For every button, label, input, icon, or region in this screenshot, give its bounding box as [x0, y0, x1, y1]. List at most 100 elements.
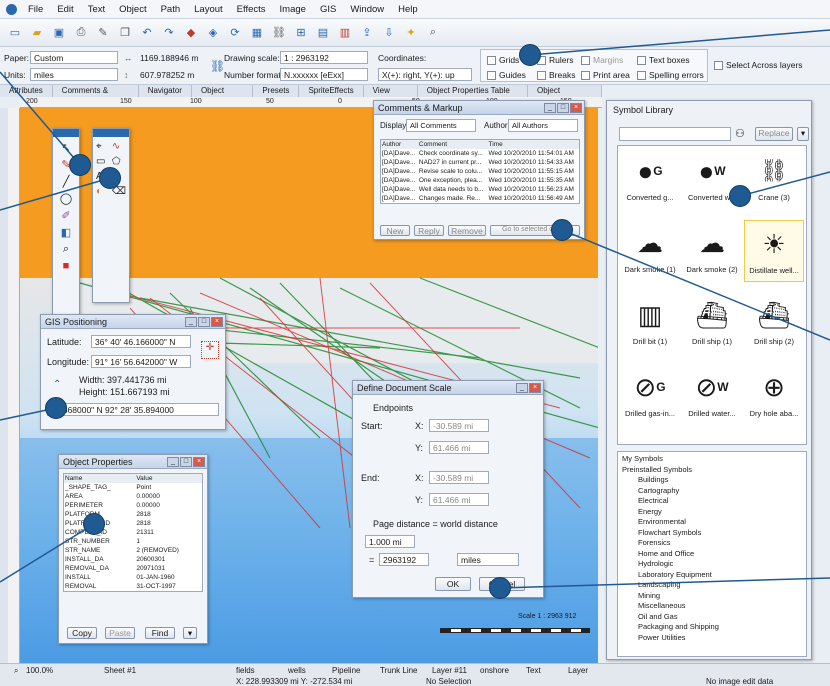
tree-item[interactable]: Home and Office [622, 549, 802, 560]
redo-icon[interactable]: ↷ [160, 24, 178, 42]
zoom-level[interactable]: 100.0% [26, 666, 53, 675]
table-row[interactable]: [DA]Dave... Check coordinate sy... Wed 10/… [381, 149, 580, 158]
layer-tab[interactable]: Layer #11 [432, 666, 467, 675]
menu-layout[interactable]: Layout [187, 4, 230, 15]
chart-icon[interactable]: ▥ [336, 24, 354, 42]
column-header-name[interactable]: Name [64, 474, 136, 484]
table-row[interactable]: AREA 0.00000 [64, 492, 203, 501]
ok-button[interactable]: OK [435, 577, 471, 591]
layer-tab[interactable]: onshore [480, 666, 509, 675]
close-icon[interactable]: × [570, 103, 582, 113]
menu-help[interactable]: Help [391, 4, 425, 15]
restore-icon[interactable]: □ [557, 103, 569, 113]
refresh-icon[interactable]: ⟳ [226, 24, 244, 42]
layer-tab[interactable]: Trunk Line [380, 666, 418, 675]
select-across-layers-checkbox[interactable]: Select Across layers [714, 60, 803, 70]
table-row[interactable]: [DA]Dave... NAD27 in current pr... Wed 10/… [381, 158, 580, 167]
scale-dialog-title[interactable]: Define Document Scale _ × [353, 381, 543, 395]
zoom-icon[interactable]: ⌕ [424, 24, 442, 42]
latitude-field[interactable]: 36° 40' 46.166000" N [91, 335, 191, 348]
color-swatch-icon[interactable]: ■ [63, 260, 70, 272]
sheet-tab[interactable]: Sheet #1 [104, 666, 136, 675]
longitude-field[interactable]: 91° 16' 56.642000" W [91, 355, 191, 368]
print-area-checkbox[interactable]: Print area [581, 70, 630, 80]
tree-item[interactable]: Oil and Gas [622, 612, 802, 623]
symbol-dry-hole[interactable]: ⊕ Dry hole aba... [744, 364, 804, 426]
save-icon[interactable]: ▣ [50, 24, 68, 42]
start-y-field[interactable]: 61.466 mi [429, 441, 489, 454]
link-icon[interactable]: ⛓ [270, 24, 288, 42]
units-select[interactable]: miles [30, 68, 118, 81]
copy-button[interactable]: Copy [67, 627, 97, 639]
tree-item[interactable]: Forensics [622, 538, 802, 549]
author-select[interactable]: All Authors [508, 119, 578, 132]
close-icon[interactable]: × [193, 457, 205, 467]
palette-grip[interactable] [53, 129, 79, 137]
zoom-icon[interactable]: ⌕ [14, 666, 18, 676]
text-boxes-checkbox[interactable]: Text boxes [637, 55, 690, 65]
height-field[interactable]: 607.978252 m [136, 68, 206, 81]
layer-tab[interactable]: wells [288, 666, 306, 675]
width-field[interactable]: 1169.188946 m [136, 51, 206, 64]
symbol-dark-smoke-2[interactable]: ☁ Dark smoke (2) [682, 220, 742, 282]
new-comment-button[interactable]: New [380, 225, 410, 236]
column-header-author[interactable]: Author [381, 140, 418, 150]
menu-image[interactable]: Image [273, 4, 313, 15]
layer-tab[interactable]: fields [236, 666, 255, 675]
margins-checkbox[interactable]: Margins [581, 55, 623, 65]
column-header-value[interactable]: Value [135, 474, 202, 484]
symbol-drilled-water[interactable]: ⊘ W Drilled water... [682, 364, 742, 426]
polygon-tool-icon[interactable]: ⬠ [112, 156, 126, 167]
brush-tool-icon[interactable]: ✐ [61, 209, 70, 222]
close-icon[interactable]: × [211, 317, 223, 327]
tree-item-my-symbols[interactable]: My Symbols [622, 454, 802, 465]
paste-button[interactable]: Paste [105, 627, 135, 639]
undo-icon[interactable]: ↶ [138, 24, 156, 42]
open-folder-icon[interactable]: ▰ [28, 24, 46, 42]
symbol-drill-ship-1[interactable]: ⛴ Drill ship (1) [682, 292, 742, 354]
table-row[interactable]: [DA]Dave... Changes made. Re... Wed 10/20/… [381, 194, 580, 204]
zoom-tool-icon[interactable]: ⌕ [63, 243, 69, 256]
tree-item[interactable]: Environmental [622, 517, 802, 528]
copy-icon[interactable]: ❐ [116, 24, 134, 42]
coordinates-select[interactable]: X(+): right, Y(+): up [378, 68, 472, 81]
rulers-checkbox[interactable]: Rulers [537, 55, 574, 65]
tree-item[interactable]: Energy [622, 507, 802, 518]
tab-object-specs[interactable]: Object Specs [192, 85, 254, 107]
minimize-icon[interactable]: _ [185, 317, 197, 327]
collapse-icon[interactable]: ⌃ [53, 379, 61, 390]
minimize-icon[interactable]: _ [544, 103, 556, 113]
table-row[interactable]: [DA]Dave... Well data needs to b... Wed 10… [381, 185, 580, 194]
tab-presets[interactable]: Presets [253, 85, 300, 97]
new-document-icon[interactable]: ▭ [6, 24, 24, 42]
table-icon[interactable]: ▤ [314, 24, 332, 42]
palette-grip[interactable] [93, 129, 129, 137]
menu-effects[interactable]: Effects [230, 4, 273, 15]
symbol-drill-ship-2[interactable]: ⛴ Drill ship (2) [744, 292, 804, 354]
position-field[interactable]: 23.868000" N 92° 28' 35.894000 [47, 403, 219, 416]
column-header-comment[interactable]: Comment [418, 140, 488, 150]
pen-tool-icon[interactable]: ✎ [94, 24, 112, 42]
world-distance-field[interactable]: 2963192 [379, 553, 429, 566]
layer-tab[interactable]: Layer [568, 666, 588, 675]
comments-panel-title[interactable]: Comments & Markup _ □ × [374, 101, 584, 115]
paper-select[interactable]: Custom [30, 51, 118, 64]
find-button[interactable]: Find [145, 627, 175, 639]
end-y-field[interactable]: 61.466 mi [429, 493, 489, 506]
shape-icon[interactable]: ◆ [182, 24, 200, 42]
end-x-field[interactable]: -30.589 mi [429, 471, 489, 484]
tab-navigator[interactable]: Navigator [139, 85, 192, 97]
menu-object[interactable]: Object [112, 4, 153, 15]
tab-attributes[interactable]: Attributes [0, 85, 53, 97]
import-icon[interactable]: ⇩ [380, 24, 398, 42]
symbol-drill-bit[interactable]: ▥ Drill bit (1) [620, 292, 680, 354]
tree-item[interactable]: Laboratory Equipment [622, 570, 802, 581]
tree-item[interactable]: Miscellaneous [622, 601, 802, 612]
tree-item[interactable]: Buildings [622, 475, 802, 486]
menu-text[interactable]: Text [81, 4, 112, 15]
menu-file[interactable]: File [21, 4, 50, 15]
close-icon[interactable]: × [529, 383, 541, 393]
world-units-select[interactable]: miles [457, 553, 519, 566]
binoculars-icon[interactable]: ⚇ [735, 127, 745, 140]
page-distance-field[interactable]: 1.000 mi [365, 535, 415, 548]
